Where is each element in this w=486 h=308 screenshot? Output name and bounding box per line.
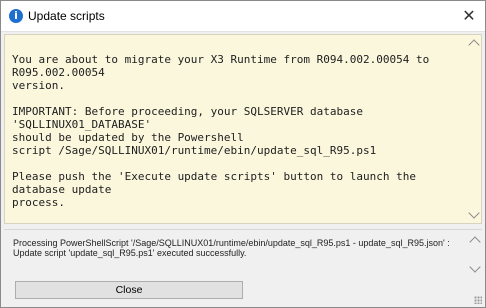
message-line: should be updated by the Powershell bbox=[12, 131, 244, 144]
update-scripts-dialog: i Update scripts ✕ You are about to migr… bbox=[0, 0, 486, 308]
message-line: script /Sage/SQLLINUX01/runtime/ebin/upd… bbox=[12, 144, 377, 157]
scroll-down-icon[interactable] bbox=[468, 207, 480, 219]
log-line: Processing PowerShellScript '/Sage/SQLLI… bbox=[13, 238, 450, 248]
log-scrollbar[interactable] bbox=[468, 230, 482, 277]
message-panel: You are about to migrate your X3 Runtime… bbox=[4, 34, 482, 224]
scroll-down-icon[interactable] bbox=[469, 261, 481, 273]
scroll-up-icon[interactable] bbox=[469, 236, 481, 248]
message-scrollbar[interactable] bbox=[467, 35, 481, 223]
info-icon: i bbox=[9, 9, 23, 23]
message-line: Please push the 'Execute update scripts'… bbox=[12, 170, 423, 196]
message-line: IMPORTANT: Before proceeding, your SQLSE… bbox=[12, 105, 370, 131]
scroll-up-icon[interactable] bbox=[468, 39, 480, 51]
message-line: You are about to migrate your X3 Runtime… bbox=[12, 53, 436, 79]
title-bar: i Update scripts ✕ bbox=[1, 1, 485, 32]
message-line: process. bbox=[12, 196, 65, 209]
close-button[interactable]: Close bbox=[15, 281, 243, 299]
resize-grip-icon[interactable] bbox=[474, 296, 482, 304]
log-line: Update script 'update_sql_R95.ps1' execu… bbox=[13, 248, 247, 258]
log-panel: Processing PowerShellScript '/Sage/SQLLI… bbox=[4, 229, 482, 277]
message-text: You are about to migrate your X3 Runtime… bbox=[12, 53, 457, 209]
window-title: Update scripts bbox=[28, 9, 105, 23]
message-line: version. bbox=[12, 79, 65, 92]
close-window-button[interactable]: ✕ bbox=[459, 6, 479, 26]
